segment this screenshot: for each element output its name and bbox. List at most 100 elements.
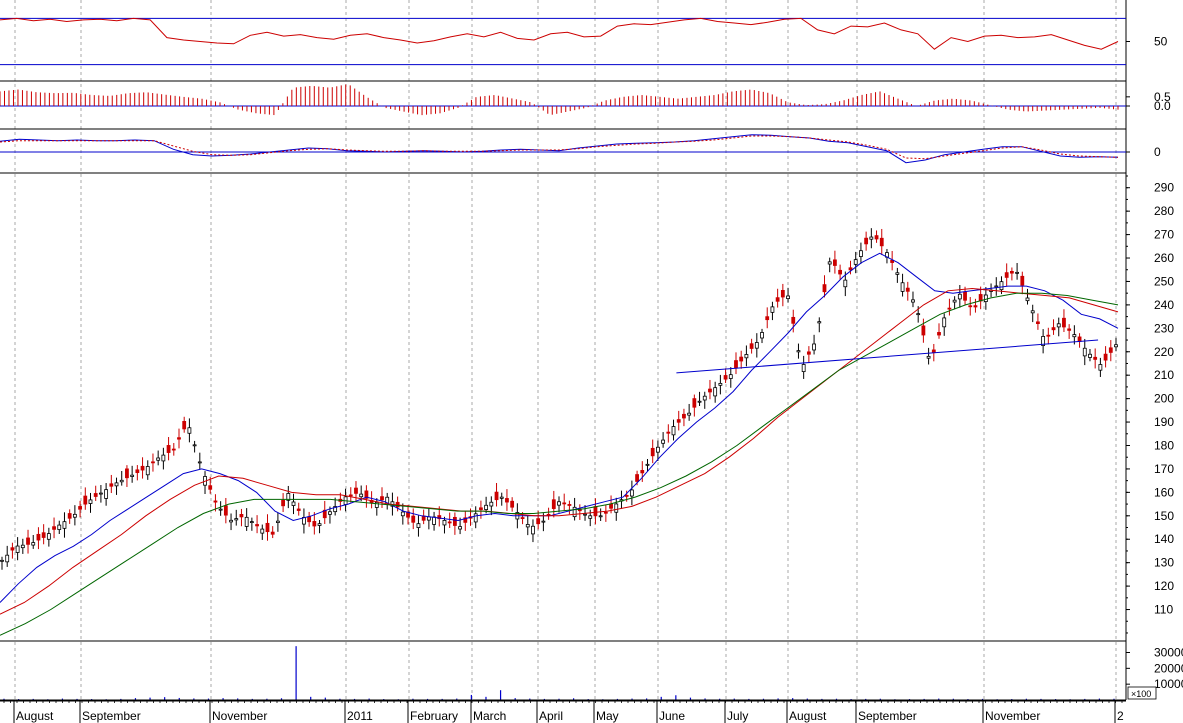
candle-body (994, 285, 999, 288)
candle-body (67, 513, 72, 519)
candle-body (942, 317, 947, 328)
candle-body (275, 520, 280, 523)
price-tick-label: 260 (1154, 251, 1174, 265)
candle-body (859, 250, 863, 257)
volume-unit-label: ×100 (1131, 689, 1151, 699)
month-label: September (82, 709, 141, 723)
candle-body (255, 524, 259, 527)
candle-body (20, 544, 25, 549)
candle-body (489, 501, 494, 507)
candle-body (265, 522, 270, 533)
candle-body (1067, 328, 1072, 331)
candle-body (687, 412, 692, 416)
price-tick-label: 210 (1154, 368, 1174, 382)
candle-body (921, 325, 926, 336)
price-tick-label: 200 (1154, 392, 1174, 406)
price-tick-label: 270 (1154, 228, 1174, 242)
candle-body (629, 489, 634, 497)
candle-body (551, 499, 556, 509)
candle-body (718, 383, 723, 386)
candle-body (531, 525, 535, 535)
candle-body (775, 297, 780, 302)
price-tick-label: 220 (1154, 345, 1174, 359)
candle-body (931, 349, 936, 353)
candle-body (952, 299, 957, 303)
candle-body (1108, 347, 1113, 353)
month-label: July (727, 709, 748, 723)
candle-body (416, 523, 421, 528)
candle-body (1025, 297, 1030, 302)
candle-body (926, 355, 931, 359)
candle-body (1051, 327, 1056, 331)
candle-body (708, 388, 712, 393)
candle-body (249, 521, 254, 524)
candle-body (432, 516, 436, 525)
candle-body (348, 494, 353, 497)
candle-body (93, 493, 98, 497)
macd-histogram-tick-label: 0.0 (1154, 99, 1171, 113)
candle-body (1004, 272, 1009, 278)
candle-body (692, 398, 697, 408)
price-tick-label: 190 (1154, 415, 1174, 429)
candle-body (151, 461, 155, 464)
candle-body (270, 531, 275, 535)
candle-body (36, 533, 41, 541)
candle-body (822, 284, 827, 293)
candle-body (1036, 321, 1040, 325)
candle-body (598, 515, 603, 518)
candle-body (536, 518, 541, 525)
candle-body (296, 508, 301, 511)
candle-body (838, 269, 843, 275)
candle-body (869, 236, 874, 240)
volume-tick-label: 20000 (1154, 661, 1183, 675)
candle-body (614, 503, 619, 513)
candle-body (843, 279, 848, 288)
candle-body (791, 316, 796, 324)
candle-body (666, 431, 671, 434)
candle-body (760, 332, 764, 339)
month-label: March (473, 709, 506, 723)
candle-body (973, 305, 978, 308)
candle-body (963, 291, 967, 301)
candle-body (473, 513, 478, 523)
candle-body (588, 515, 593, 519)
price-tick-label: 290 (1154, 181, 1174, 195)
candle-body (1056, 323, 1061, 328)
candle-body (650, 447, 655, 457)
month-label: February (410, 709, 458, 723)
candle-body (26, 537, 30, 545)
candle-body (135, 469, 140, 474)
candle-body (1098, 364, 1103, 371)
candle-body (1103, 353, 1108, 361)
candle-body (713, 387, 718, 397)
candle-body (88, 499, 93, 504)
candle-body (905, 287, 910, 292)
candle-body (411, 515, 416, 523)
month-label: August (16, 709, 54, 723)
candle-body (119, 479, 124, 483)
candle-body (213, 500, 218, 503)
candle-body (130, 474, 135, 477)
candle-body (31, 542, 36, 546)
candle-body (479, 507, 483, 510)
candle-body (208, 485, 213, 490)
month-label: April (539, 709, 563, 723)
candle-body (1030, 310, 1035, 314)
candle-body (525, 524, 530, 528)
candle-body (104, 489, 109, 499)
candle-body (291, 501, 296, 506)
candle-body (520, 517, 525, 519)
candle-body (62, 521, 67, 529)
candle-body (801, 364, 806, 373)
candle-body (125, 468, 129, 479)
candle-body (817, 321, 822, 324)
candle-body (739, 356, 744, 362)
candle-body (171, 448, 176, 451)
candle-body (864, 237, 869, 245)
candle-body (1114, 344, 1118, 348)
month-label: 2011 (347, 709, 373, 723)
candle-body (765, 316, 770, 321)
candle-body (46, 533, 51, 540)
candle-body (562, 502, 567, 505)
candle-body (499, 496, 504, 499)
